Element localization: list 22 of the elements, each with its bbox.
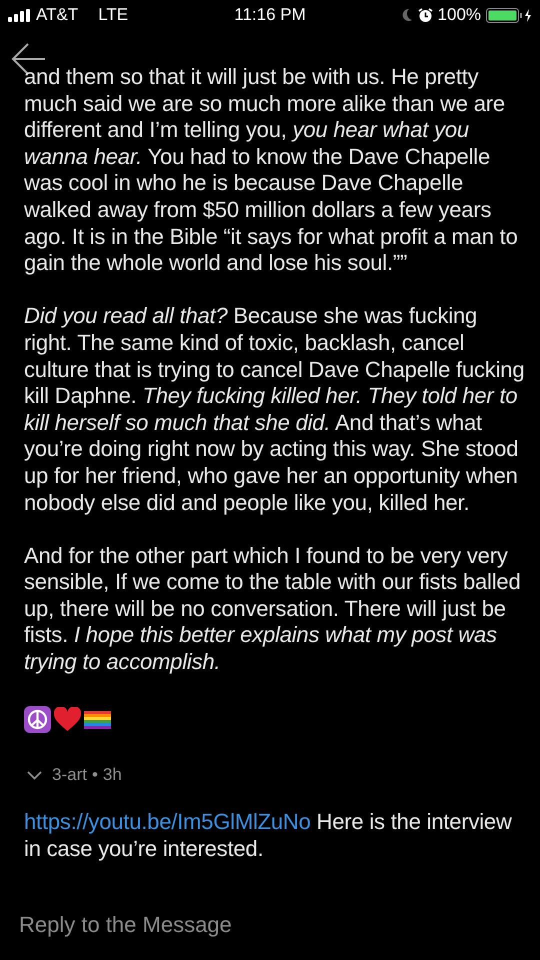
network-type: LTE <box>98 5 128 25</box>
video-link[interactable]: https://youtu.be/Im5GlMlZuNo <box>24 809 311 834</box>
comment-text: https://youtu.be/Im5GlMlZuNo Here is the interview in case you’re interested. <box>24 809 513 862</box>
message-paragraph: much said we are so much more alike than we are different and I’m telling you, you hear what you wanna hear. You had to know the Dave Chapelle was cool in who he is because Dave Chapelle walked away from $50 million dollars a few years ago. It is in the Bible “it says for what profit a man to gain the whole world and lose his soul.”” <box>24 90 519 277</box>
moon-icon <box>400 8 413 22</box>
carrier: AT&T <box>36 5 78 25</box>
rainbow-flag-icon <box>84 710 111 729</box>
signal-icon <box>8 8 30 22</box>
heart-icon <box>54 707 81 732</box>
battery-charging-icon <box>486 8 532 22</box>
message-paragraph: And for the other part which I found to be very very sensible, If we come to the table with our fists balled up, there will be no conversation. There will just be fists. I hope this better explains what my post was trying to accomplish. <box>24 542 522 676</box>
comment-author[interactable]: 3-art <box>52 765 87 786</box>
battery-percent: 100% <box>438 5 482 25</box>
message-text: and them so that it will just be with us. He pretty <box>24 64 480 91</box>
clock-time: 11:16 PM <box>234 5 306 25</box>
separator-dot: • <box>92 765 98 786</box>
reply-field[interactable]: Reply to the Message <box>19 908 524 942</box>
alarm-icon <box>418 8 433 22</box>
comment-time: 3h <box>102 765 122 786</box>
peace-icon <box>24 706 51 734</box>
message-paragraph: Did you read all that? Because she was fucking right. The same kind of toxic, backlash, cancel culture that is trying to cancel Dave Chapelle fucking kill Daphne. They fucking killed her. They told her to kill herself so much that she did. And that’s what you’re doing right now by acting this way. She stood up for her friend, who gave her an opportunity when nobody else did and people like you, killed her. <box>24 303 526 516</box>
chevron-down-icon[interactable] <box>27 770 42 780</box>
